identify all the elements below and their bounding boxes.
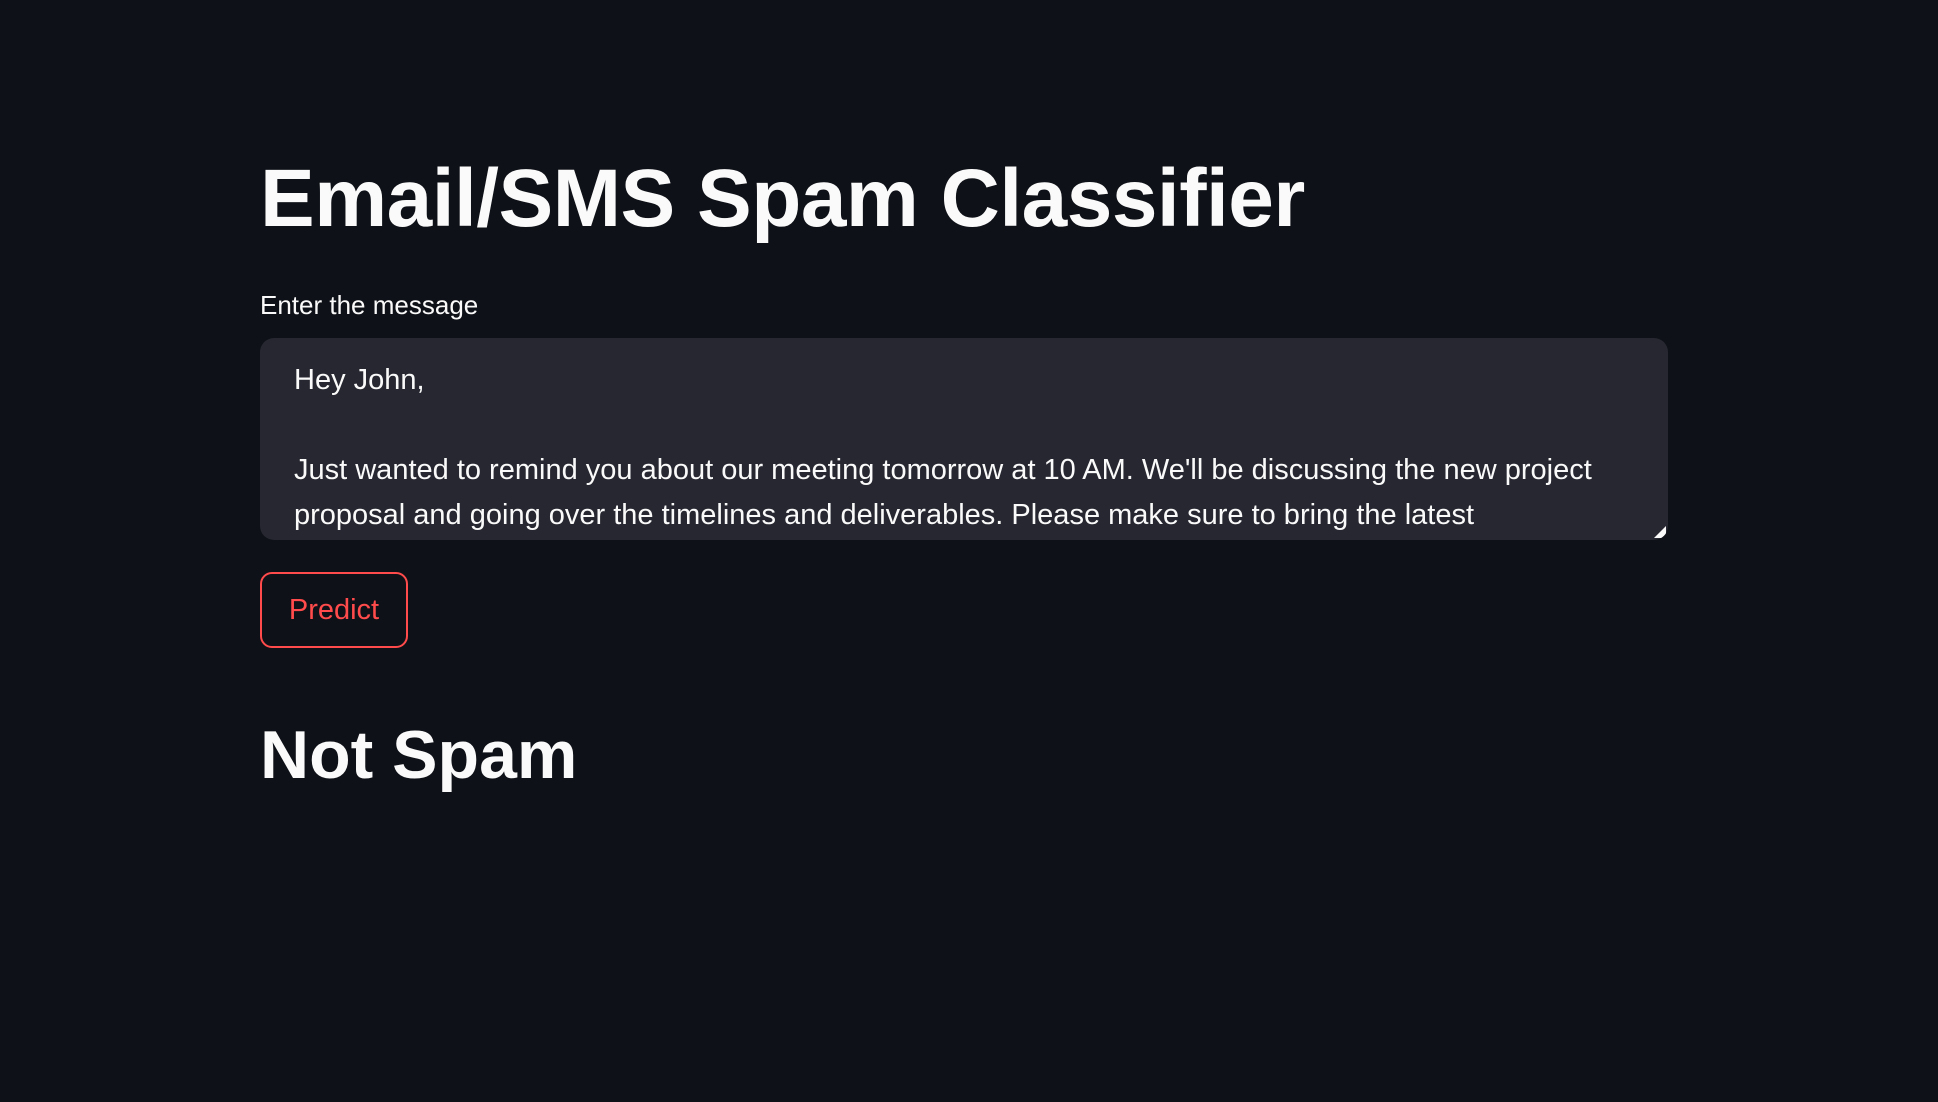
message-input-label: Enter the message bbox=[260, 290, 479, 320]
predict-button[interactable]: Predict bbox=[260, 572, 408, 648]
message-input-container: Hey John, Just wanted to remind you abou… bbox=[260, 338, 1668, 540]
resize-handle-icon[interactable] bbox=[1654, 526, 1666, 538]
page-title: Email/SMS Spam Classifier bbox=[260, 153, 1305, 244]
prediction-result: Not Spam bbox=[260, 717, 578, 793]
app-root: Email/SMS Spam Classifier Enter the mess… bbox=[0, 0, 1938, 1102]
message-input[interactable]: Hey John, Just wanted to remind you abou… bbox=[260, 338, 1668, 540]
